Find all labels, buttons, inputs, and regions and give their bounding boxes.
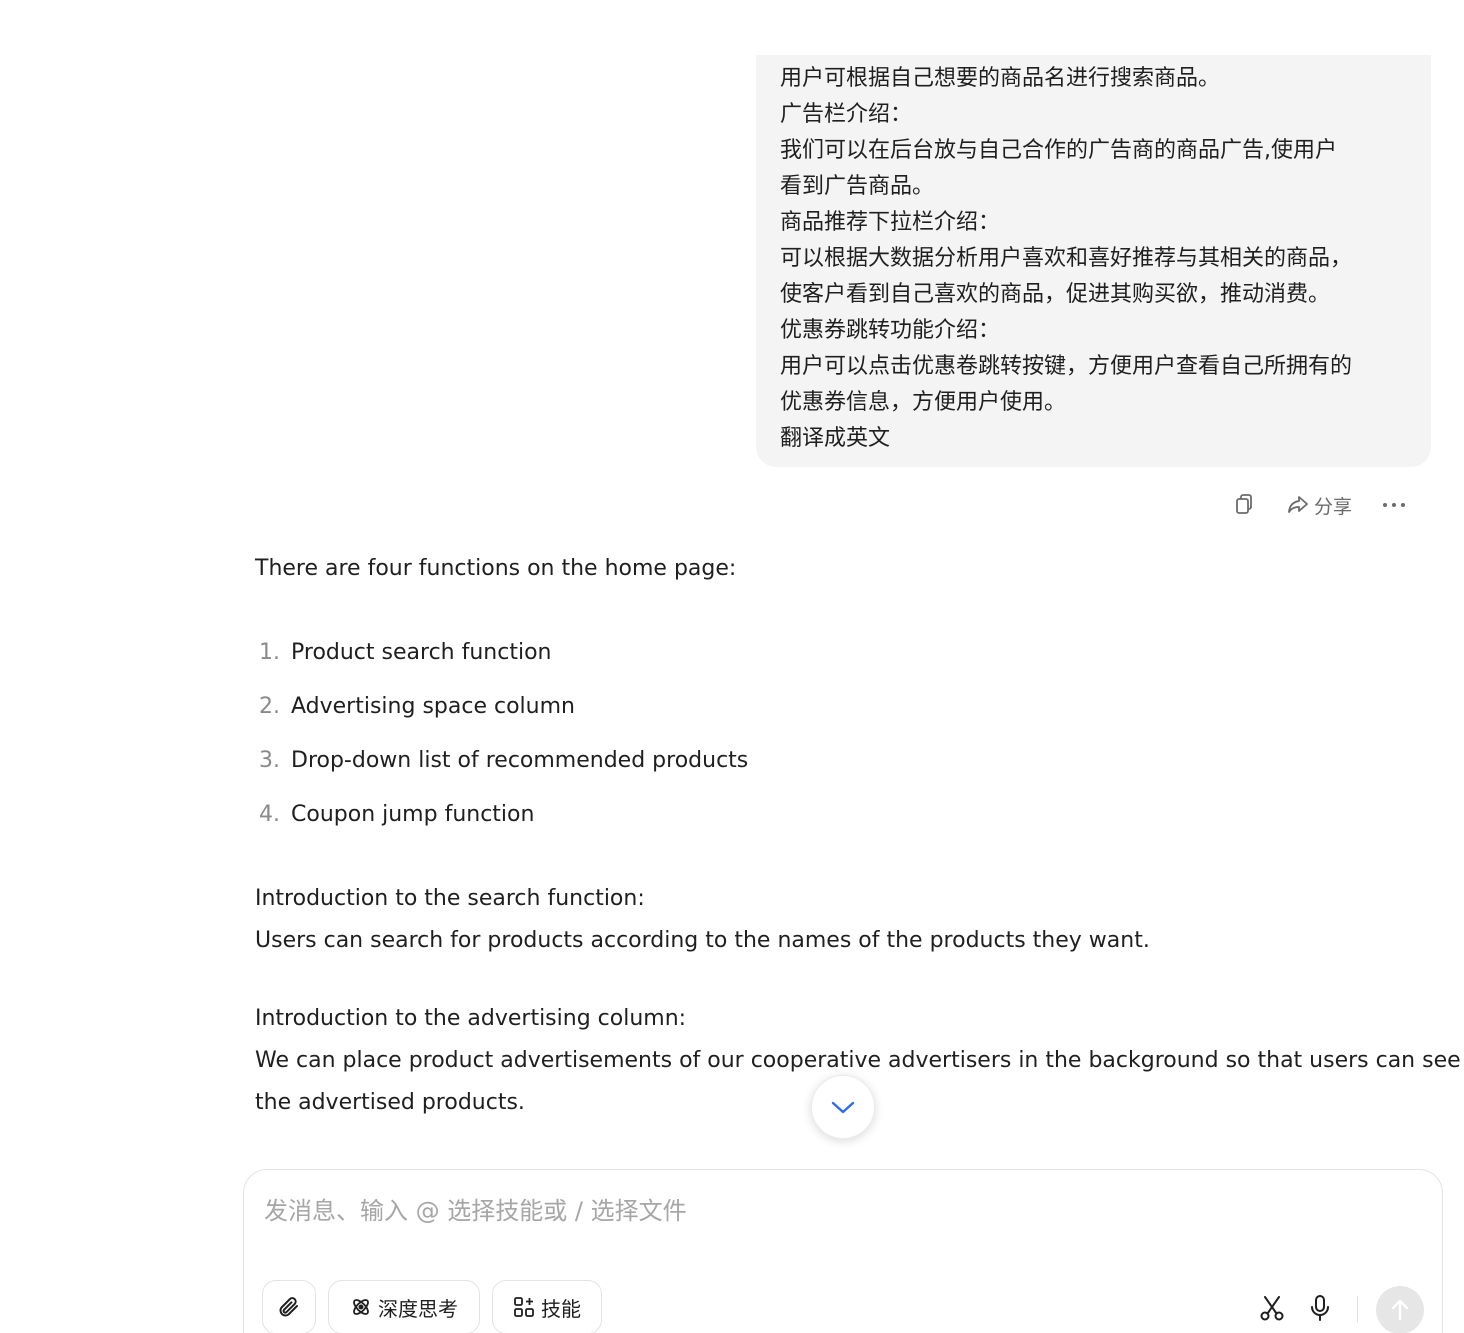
user-message-line: 看到广告商品。 (780, 174, 935, 199)
send-button[interactable] (1376, 1286, 1424, 1333)
user-message-line: 广告栏介绍： (780, 102, 913, 127)
list-number: 3. (259, 748, 280, 773)
user-message-line: 可以根据大数据分析用户喜欢和喜好推荐与其相关的商品， (780, 246, 1353, 271)
user-message-line: 使客户看到自己喜欢的商品，促进其购买欲，推动消费。 (780, 282, 1331, 307)
share-button[interactable]: 分享 (1286, 492, 1352, 519)
message-actions: 分享 (1234, 488, 1406, 522)
atom-icon (353, 1299, 369, 1315)
paperclip-icon (279, 1297, 298, 1317)
chat-page: 用户可根据自己想要的商品名进行搜索商品。 广告栏介绍： 我们可以在后台放与自己合… (0, 0, 1464, 1333)
list-text: Advertising space column (291, 694, 575, 719)
share-icon (1288, 496, 1308, 513)
more-button[interactable] (1382, 501, 1406, 509)
search-heading: Introduction to the search function: (255, 886, 645, 911)
list-text: Drop-down list of recommended products (291, 748, 749, 773)
scroll-down-button[interactable] (811, 1075, 875, 1139)
user-message-line: 优惠券信息，方便用户使用。 (780, 390, 1067, 415)
message-composer: 深度思考 技能 (243, 1169, 1443, 1333)
functions-list: 1. Product search function 2. Advertisin… (255, 638, 1425, 830)
response-intro: There are four functions on the home pag… (255, 556, 737, 581)
list-number: 2. (259, 694, 280, 719)
list-item: 3. Drop-down list of recommended product… (255, 746, 1425, 776)
user-message-bubble: 用户可根据自己想要的商品名进行搜索商品。 广告栏介绍： 我们可以在后台放与自己合… (756, 55, 1431, 467)
arrow-up-icon (1391, 1299, 1409, 1321)
attach-button[interactable] (262, 1280, 316, 1333)
assistant-response: There are four functions on the home pag… (255, 548, 1461, 1124)
copy-icon (1236, 494, 1252, 514)
list-number: 1. (259, 640, 280, 665)
skill-button[interactable]: 技能 (492, 1280, 602, 1333)
list-text: Product search function (291, 640, 552, 665)
screenshot-button[interactable] (1256, 1292, 1288, 1324)
voice-input-button[interactable] (1304, 1292, 1336, 1324)
user-message-line: 优惠券跳转功能介绍： (780, 318, 1001, 343)
user-message-line: 商品推荐下拉栏介绍： (780, 210, 1001, 235)
copy-button[interactable] (1234, 493, 1256, 517)
search-body: Users can search for products according … (255, 928, 1150, 953)
chevron-down-icon (831, 1101, 855, 1114)
microphone-icon (1311, 1295, 1329, 1321)
apps-icon (514, 1297, 534, 1317)
share-label: 分享 (1313, 495, 1352, 518)
list-text: Coupon jump function (291, 802, 535, 827)
user-message-line: 用户可以点击优惠卷跳转按键，方便用户查看自己所拥有的 (780, 354, 1353, 379)
user-message-line: 我们可以在后台放与自己合作的广告商的商品广告,使用户 (780, 138, 1337, 163)
deep-think-label: 深度思考 (378, 1296, 458, 1321)
more-icon (1383, 503, 1405, 507)
toolbar-divider (1357, 1296, 1358, 1322)
skill-label: 技能 (541, 1296, 581, 1321)
message-input[interactable] (262, 1190, 1366, 1232)
list-item: 1. Product search function (255, 638, 1425, 668)
user-message-line: 翻译成英文 (780, 426, 891, 451)
list-item: 2. Advertising space column (255, 692, 1425, 722)
list-item: 4. Coupon jump function (255, 800, 1425, 830)
ad-heading: Introduction to the advertising column: (255, 1006, 687, 1031)
scissors-icon (1260, 1296, 1284, 1321)
list-number: 4. (259, 802, 280, 827)
user-message-line: 用户可根据自己想要的商品名进行搜索商品。 (780, 66, 1221, 91)
deep-think-button[interactable]: 深度思考 (328, 1280, 480, 1333)
